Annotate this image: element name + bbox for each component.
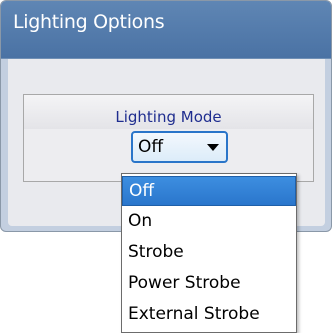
dropdown-item-power-strobe[interactable]: Power Strobe	[122, 269, 296, 299]
panel-title: Lighting Options	[13, 11, 165, 33]
dropdown-item-off[interactable]: Off	[122, 176, 296, 206]
lighting-mode-group: Lighting Mode Off	[23, 94, 314, 182]
combobox-value: Off	[138, 137, 164, 157]
lighting-mode-dropdown-list: Off On Strobe Power Strobe External Stro…	[121, 173, 297, 333]
dropdown-item-strobe[interactable]: Strobe	[122, 238, 296, 268]
lighting-mode-label: Lighting Mode	[115, 108, 222, 126]
dropdown-item-on[interactable]: On	[122, 207, 296, 237]
lighting-mode-combobox[interactable]: Off	[131, 131, 228, 163]
chevron-down-icon[interactable]	[207, 144, 219, 151]
dropdown-item-external-strobe[interactable]: External Strobe	[122, 300, 296, 330]
